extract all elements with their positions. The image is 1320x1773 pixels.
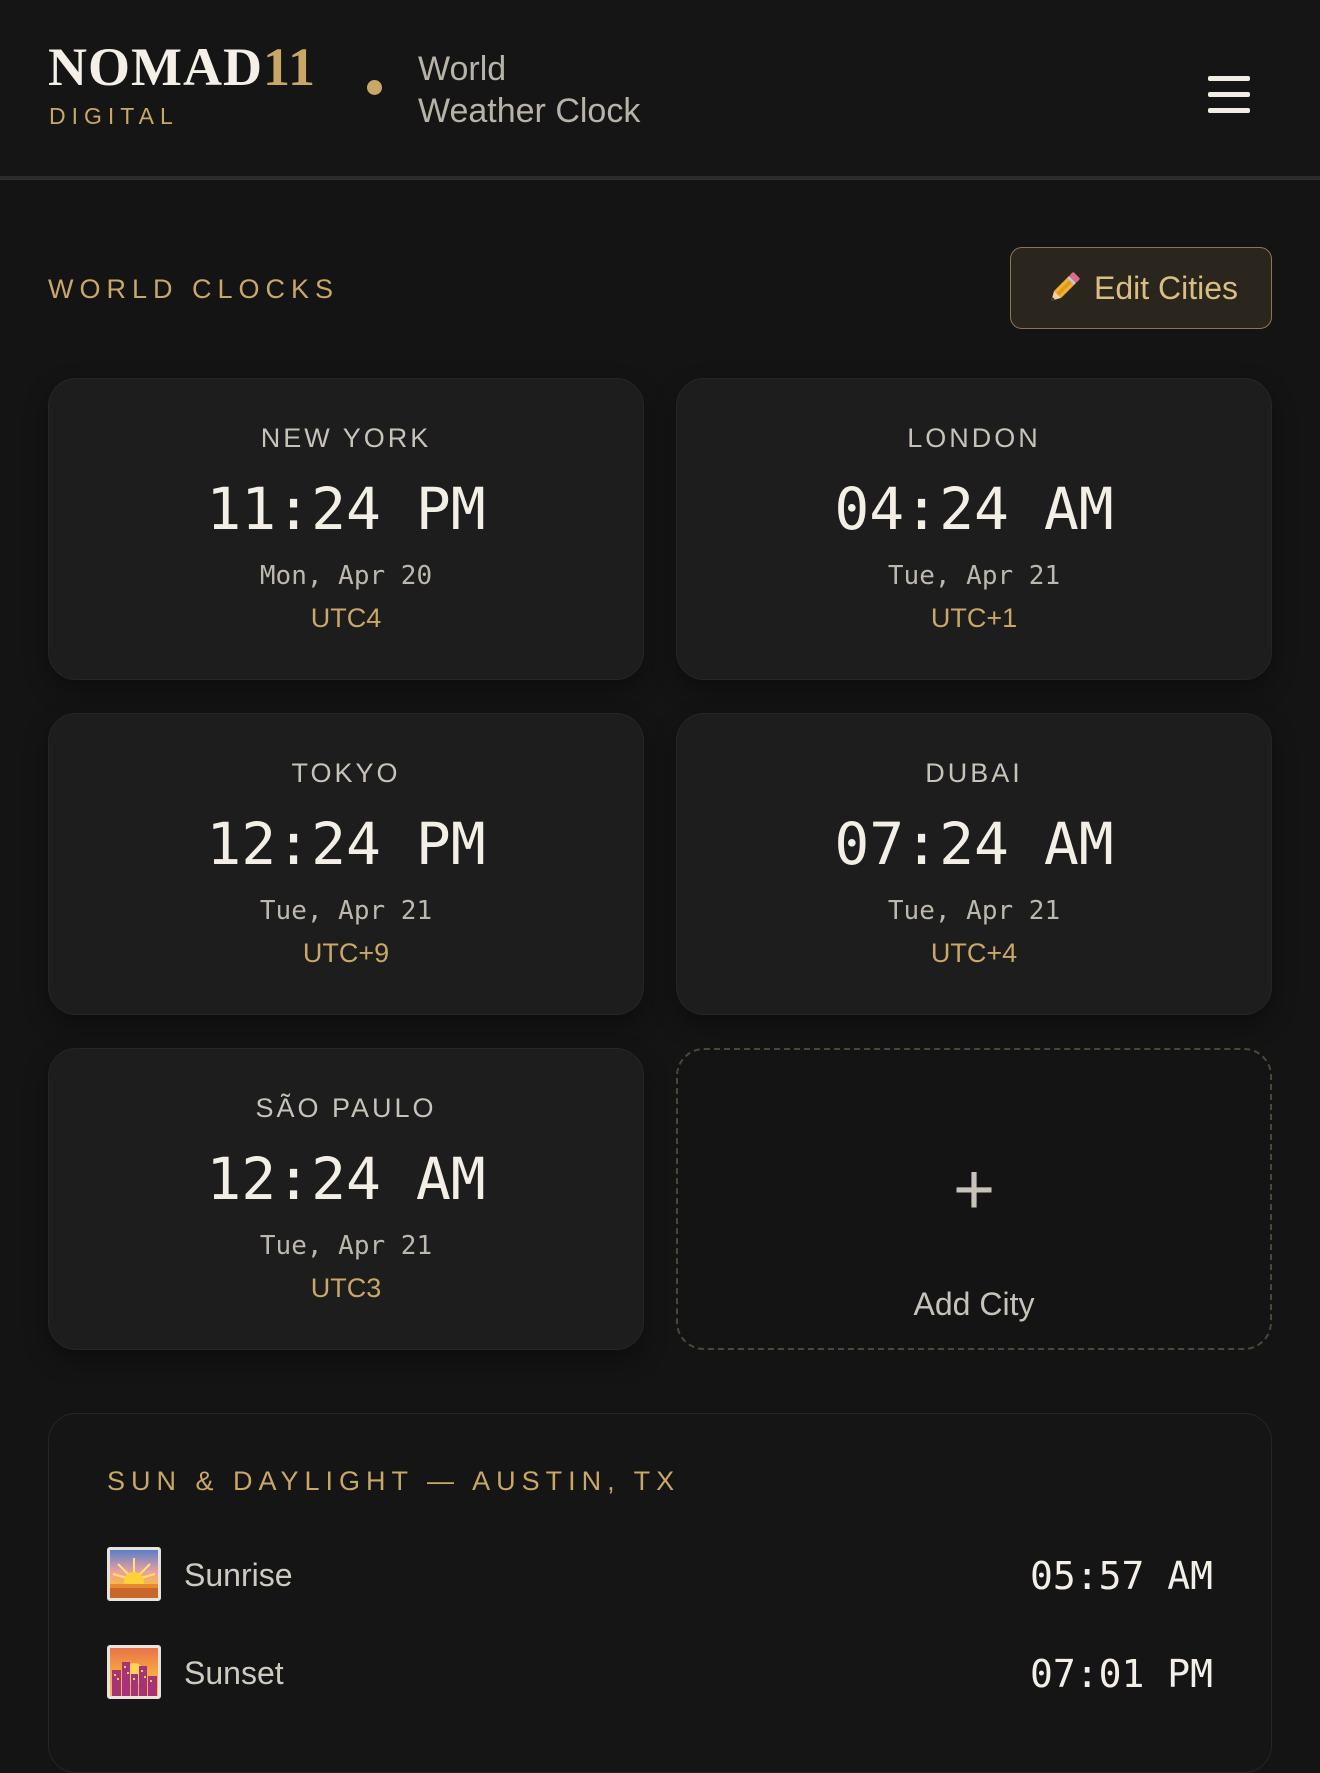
city-time: 11:24 PM bbox=[206, 475, 486, 543]
app-title-line1: World bbox=[418, 50, 507, 88]
city-date: Tue, Apr 21 bbox=[887, 561, 1061, 591]
city-time: 07:24 AM bbox=[834, 810, 1114, 878]
edit-cities-label: Edit Cities bbox=[1093, 269, 1239, 306]
city-name: LONDON bbox=[907, 423, 1041, 453]
add-city-button[interactable]: + Add City bbox=[676, 1048, 1272, 1350]
add-city-label: Add City bbox=[913, 1286, 1035, 1322]
sunset-icon bbox=[107, 1645, 161, 1699]
sunrise-label: Sunrise bbox=[184, 1557, 293, 1593]
city-clock-card[interactable]: DUBAI 07:24 AM Tue, Apr 21 UTC+4 bbox=[676, 713, 1272, 1015]
city-clock-card[interactable]: NEW YORK 11:24 PM Mon, Apr 20 UTC4 bbox=[48, 378, 644, 680]
sunrise-icon bbox=[107, 1547, 161, 1601]
city-time: 12:24 PM bbox=[206, 810, 486, 878]
city-date: Mon, Apr 20 bbox=[259, 561, 433, 591]
edit-cities-button[interactable]: Edit Cities bbox=[1010, 247, 1272, 329]
brand-name: NOMAD bbox=[48, 37, 263, 97]
hamburger-menu-icon[interactable] bbox=[1208, 76, 1250, 114]
city-time: 12:24 AM bbox=[206, 1145, 486, 1213]
city-clock-card[interactable]: TOKYO 12:24 PM Tue, Apr 21 UTC+9 bbox=[48, 713, 644, 1015]
city-date: Tue, Apr 21 bbox=[887, 896, 1061, 926]
separator-dot bbox=[367, 80, 382, 95]
brand-subtitle: DIGITAL bbox=[49, 103, 179, 129]
sun-daylight-title: SUN & DAYLIGHT — AUSTIN, TX bbox=[107, 1466, 681, 1496]
app-title: World Weather Clock bbox=[418, 48, 640, 132]
city-clock-card[interactable]: SÃO PAULO 12:24 AM Tue, Apr 21 UTC3 bbox=[48, 1048, 644, 1350]
app-header: NOMAD11 DIGITAL World Weather Clock bbox=[0, 0, 1320, 178]
city-timezone: UTC4 bbox=[310, 603, 382, 633]
section-title-world-clocks: WORLD CLOCKS bbox=[48, 274, 340, 304]
sunset-time: 07:01 PM bbox=[1029, 1652, 1213, 1696]
plus-icon: + bbox=[952, 1150, 996, 1230]
city-name: TOKYO bbox=[291, 758, 401, 788]
brand-logo[interactable]: NOMAD11 bbox=[48, 40, 316, 94]
sunrise-row: Sunrise 05:57 AM bbox=[107, 1547, 1213, 1603]
city-timezone: UTC+4 bbox=[930, 938, 1018, 968]
sunrise-time: 05:57 AM bbox=[1029, 1554, 1213, 1598]
city-timezone: UTC+9 bbox=[302, 938, 390, 968]
header-divider bbox=[0, 176, 1320, 180]
sunset-row: Sunset 07:01 PM bbox=[107, 1645, 1213, 1701]
city-date: Tue, Apr 21 bbox=[259, 896, 433, 926]
city-timezone: UTC+1 bbox=[930, 603, 1018, 633]
city-date: Tue, Apr 21 bbox=[259, 1231, 433, 1261]
city-name: NEW YORK bbox=[260, 423, 432, 453]
city-name: DUBAI bbox=[925, 758, 1023, 788]
sunset-label: Sunset bbox=[184, 1655, 284, 1691]
app-title-line2: Weather Clock bbox=[418, 92, 641, 130]
city-time: 04:24 AM bbox=[834, 475, 1114, 543]
city-timezone: UTC3 bbox=[310, 1273, 382, 1303]
city-name: SÃO PAULO bbox=[255, 1093, 437, 1123]
pencil-icon bbox=[1051, 272, 1080, 301]
city-clock-card[interactable]: LONDON 04:24 AM Tue, Apr 21 UTC+1 bbox=[676, 378, 1272, 680]
brand-number: 11 bbox=[262, 37, 316, 97]
sun-daylight-panel: SUN & DAYLIGHT — AUSTIN, TX Sunrise 05:5… bbox=[48, 1413, 1272, 1773]
